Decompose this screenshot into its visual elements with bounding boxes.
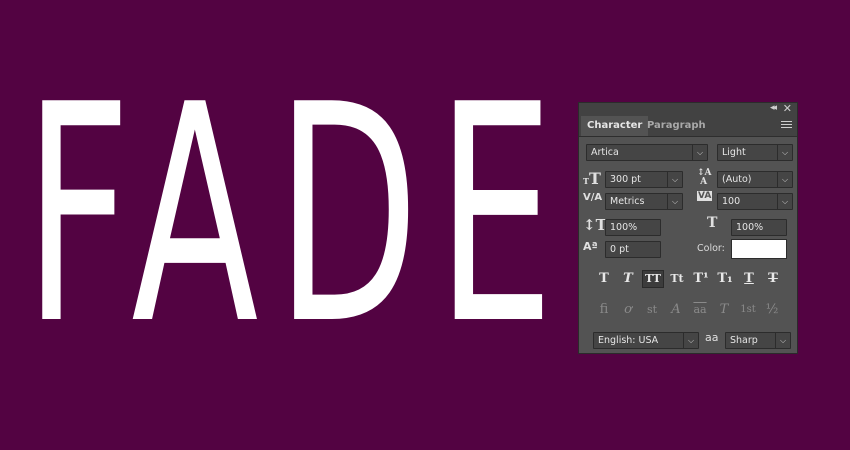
panel-menu-icon[interactable] (781, 121, 792, 130)
ordinals-button[interactable]: 1st (737, 301, 759, 319)
small-caps-button[interactable]: Tt (668, 270, 686, 288)
horizontal-scale-icon: T (707, 215, 718, 231)
font-style-select[interactable]: Light ⌵ (717, 144, 793, 161)
chevron-down-icon: ⌵ (777, 172, 792, 187)
close-icon[interactable]: ✕ (783, 102, 792, 115)
discretionary-ligatures-button[interactable]: st (643, 301, 661, 319)
format-buttons: T T TT Tt T¹ T₁ T T (595, 270, 785, 288)
fractions-button[interactable]: ½ (763, 301, 781, 319)
kerning-icon: V/A (583, 192, 603, 203)
language-select[interactable]: English: USA ⌵ (593, 332, 699, 349)
subscript-button[interactable]: T₁ (716, 270, 734, 288)
antialias-icon: aa (705, 331, 719, 344)
color-swatch[interactable] (731, 239, 787, 259)
character-panel: ◂◂ ✕ Character Paragraph Artica ⌵ Light ⌵ … (578, 102, 798, 354)
panel-tabbar: Character Paragraph (579, 116, 797, 137)
tab-character[interactable]: Character (581, 116, 649, 136)
underline-button[interactable]: T (740, 270, 758, 288)
faux-italic-button[interactable]: T (619, 270, 637, 288)
baseline-shift-icon: Aª (583, 240, 598, 253)
panel-titlebar: ◂◂ ✕ (579, 102, 797, 116)
opentype-buttons: fi ơ st A aa T 1st ½ (595, 301, 785, 319)
canvas-text-layer: FADE (24, 41, 572, 390)
chevron-down-icon: ⌵ (775, 333, 790, 348)
contextual-alternates-button[interactable]: ơ (619, 301, 637, 319)
chevron-down-icon: ⌵ (667, 194, 682, 209)
antialias-select[interactable]: Sharp ⌵ (725, 332, 791, 349)
vertical-scale-input[interactable]: 100% (605, 219, 661, 236)
titling-alternates-button[interactable]: T (715, 301, 733, 319)
superscript-button[interactable]: T¹ (692, 270, 710, 288)
font-size-input[interactable]: 300 pt ⌵ (605, 171, 683, 188)
faux-bold-button[interactable]: T (595, 270, 613, 288)
swash-button[interactable]: A (667, 301, 685, 319)
ligatures-button[interactable]: fi (595, 301, 613, 319)
chevron-down-icon: ⌵ (683, 333, 698, 348)
tracking-select[interactable]: 100 ⌵ (717, 193, 793, 210)
vertical-scale-icon: ↕T (583, 216, 607, 234)
baseline-shift-input[interactable]: 0 pt (605, 241, 661, 258)
all-caps-button[interactable]: TT (642, 270, 664, 288)
chevron-down-icon: ⌵ (777, 145, 792, 160)
stylistic-alternates-button[interactable]: aa (691, 301, 709, 319)
kerning-select[interactable]: Metrics ⌵ (605, 193, 683, 210)
leading-icon: ↕A A (697, 168, 712, 187)
tab-paragraph[interactable]: Paragraph (641, 116, 712, 136)
font-family-select[interactable]: Artica ⌵ (586, 144, 708, 161)
leading-input[interactable]: (Auto) ⌵ (717, 171, 793, 188)
chevron-down-icon: ⌵ (777, 194, 792, 209)
horizontal-scale-input[interactable]: 100% (731, 219, 787, 236)
collapse-icon[interactable]: ◂◂ (770, 103, 777, 113)
color-label: Color: (697, 243, 725, 254)
font-size-icon: TT (583, 169, 601, 188)
chevron-down-icon: ⌵ (692, 145, 707, 160)
strikethrough-button[interactable]: T (764, 270, 782, 288)
chevron-down-icon: ⌵ (667, 172, 682, 187)
tracking-icon: VA (697, 191, 713, 201)
